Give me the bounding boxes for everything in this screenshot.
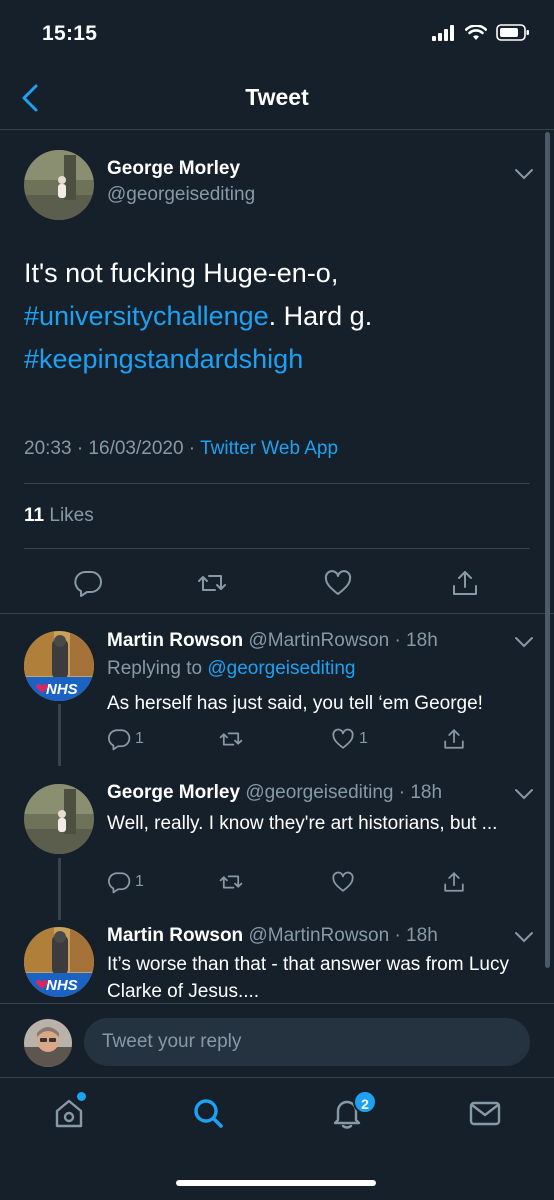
hashtag-link[interactable]: #keepingstandardshigh — [24, 344, 303, 374]
reply-icon — [108, 872, 131, 894]
wifi-icon — [465, 24, 487, 40]
thread-line — [58, 704, 61, 766]
reply-header: George Morley @georgeisediting · 18h — [107, 782, 442, 804]
author-name[interactable]: George Morley — [107, 158, 240, 180]
like-count: 1 — [359, 730, 368, 747]
avatar[interactable] — [24, 1019, 72, 1067]
avatar-sign-text: NHS — [46, 977, 78, 994]
reply-author-name[interactable]: George Morley — [107, 782, 240, 803]
home-indicator[interactable] — [176, 1180, 376, 1186]
reply-author-handle[interactable]: @MartinRowson · 18h — [243, 630, 437, 651]
chevron-down-icon[interactable] — [513, 167, 535, 181]
author-handle[interactable]: @georgeisediting — [107, 184, 255, 206]
retweet-icon[interactable] — [197, 568, 227, 598]
search-icon[interactable] — [191, 1096, 225, 1130]
new-content-dot — [77, 1092, 86, 1101]
retweet-icon[interactable] — [218, 870, 244, 894]
chevron-down-icon[interactable] — [513, 787, 535, 801]
hashtag-link[interactable]: #universitychallenge — [24, 301, 269, 331]
like-icon[interactable] — [323, 568, 353, 598]
status-time: 15:15 — [42, 22, 98, 45]
tweet-meta: 20:33 · 16/03/2020 · Twitter Web App — [24, 438, 338, 460]
likes-number: 11 — [24, 505, 45, 526]
reply-author-handle[interactable]: @MartinRowson · 18h — [243, 925, 437, 946]
reply-author-name[interactable]: Martin Rowson — [107, 630, 243, 651]
reply-icon[interactable] — [73, 568, 103, 598]
page-title: Tweet — [245, 84, 309, 110]
replying-to-label: Replying to — [107, 658, 208, 679]
avatar-sign-text: NHS — [46, 681, 78, 698]
reply-author-handle[interactable]: @georgeisediting · 18h — [240, 782, 442, 803]
replying-to-link[interactable]: @georgeisediting — [207, 658, 355, 679]
share-icon[interactable] — [442, 870, 466, 894]
thread-line — [58, 858, 61, 920]
reply-text: It’s worse than that - that answer was f… — [107, 954, 509, 1002]
like-icon[interactable] — [331, 870, 355, 894]
divider — [24, 548, 530, 549]
reply-icon — [108, 729, 131, 751]
status-bar: 15:15 — [0, 0, 554, 66]
reply-input[interactable] — [84, 1018, 530, 1066]
replying-to: Replying to @georgeisediting — [107, 658, 356, 680]
reply-tweet[interactable]: NHS Martin Rowson @MartinRowson · 18h It… — [0, 912, 554, 1003]
notifications-badge: 2 — [353, 1090, 377, 1114]
signal-icon — [432, 24, 454, 41]
reply-button[interactable]: 1 — [107, 870, 144, 894]
reply-count: 1 — [135, 873, 144, 890]
avatar[interactable] — [24, 150, 94, 220]
reply-composer — [0, 1003, 554, 1077]
scrollbar[interactable] — [545, 132, 550, 968]
tweet-timestamp: 20:33 · 16/03/2020 · — [24, 438, 201, 459]
reply-text: Well, really. I know they're art histori… — [107, 813, 498, 834]
avatar[interactable]: NHS — [24, 927, 94, 997]
like-button[interactable]: 1 — [331, 727, 368, 751]
reply-button[interactable]: 1 — [107, 727, 144, 751]
chevron-down-icon[interactable] — [513, 635, 535, 649]
retweet-icon[interactable] — [218, 727, 244, 751]
battery-icon — [496, 24, 529, 41]
tweet-text-part: It's not fucking Huge-en-o, — [24, 258, 339, 288]
tweet-text: It's not fucking Huge-en-o, #universityc… — [24, 252, 524, 381]
tweet-source-link[interactable]: Twitter Web App — [200, 438, 338, 459]
status-icons — [432, 24, 530, 41]
share-icon[interactable] — [450, 568, 480, 598]
reply-author-name[interactable]: Martin Rowson — [107, 925, 243, 946]
tweet-text-part: . Hard g. — [268, 301, 373, 331]
chevron-down-icon[interactable] — [513, 930, 535, 944]
avatar[interactable]: NHS — [24, 631, 94, 701]
messages-icon[interactable] — [468, 1096, 502, 1130]
like-icon — [332, 728, 354, 749]
avatar[interactable] — [24, 784, 94, 854]
divider — [24, 483, 530, 484]
likes-count[interactable]: 11 Likes — [24, 505, 94, 527]
nav-header: Tweet — [0, 66, 554, 130]
reply-header: Martin Rowson @MartinRowson · 18h — [107, 925, 438, 947]
reply-text: As herself has just said, you tell ‘em G… — [107, 693, 483, 714]
reply-tweet[interactable]: George Morley @georgeisediting · 18h Wel… — [0, 768, 554, 920]
home-icon[interactable] — [52, 1096, 86, 1130]
tweet-actions — [0, 551, 554, 613]
share-icon[interactable] — [442, 727, 466, 751]
reply-count: 1 — [135, 730, 144, 747]
reply-tweet[interactable]: NHS Martin Rowson @MartinRowson · 18h Re… — [0, 614, 554, 766]
likes-label: Likes — [44, 505, 94, 526]
reply-header: Martin Rowson @MartinRowson · 18h — [107, 630, 438, 652]
